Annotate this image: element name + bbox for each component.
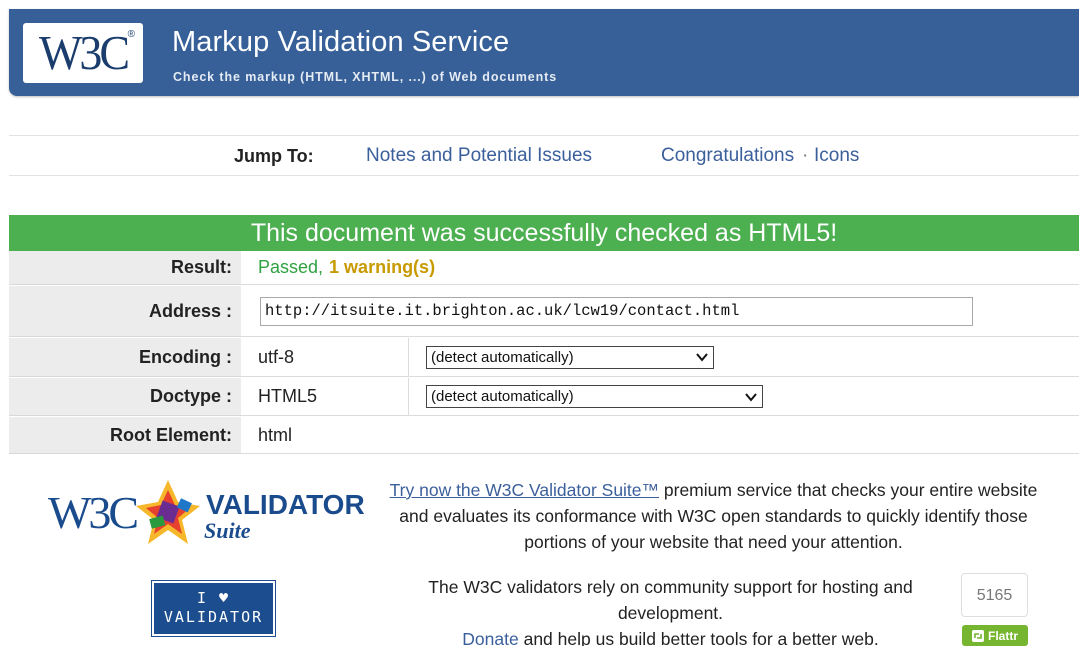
support-text: The W3C validators rely on community sup… (393, 574, 948, 646)
promo-text: Try now the W3C Validator Suite™ premium… (386, 477, 1041, 555)
jump-link-icons[interactable]: Icons (814, 145, 859, 167)
doctype-cell: HTML5 (detect automatically) (241, 378, 1079, 416)
badge-line-2: VALIDATOR (163, 608, 264, 626)
doctype-select[interactable]: (detect automatically) (426, 385, 763, 408)
flattr-count: 5165 (961, 573, 1028, 617)
w3c-logo[interactable]: W3C ® (23, 23, 143, 83)
suite-logo-validator: VALIDATOR (206, 489, 364, 520)
root-element-label: Root Element: (9, 417, 241, 454)
flattr-button[interactable]: Flattr (962, 625, 1028, 646)
jump-link-notes[interactable]: Notes and Potential Issues (366, 145, 592, 167)
jump-separator: · (802, 145, 809, 166)
badge-line-1: I ♥ (196, 589, 231, 607)
i-love-validator-badge[interactable]: I ♥ VALIDATOR (151, 580, 276, 637)
result-value: Passed, 1 warning(s) (241, 251, 1079, 285)
suite-logo-w3c: W3C (48, 487, 137, 538)
encoding-row: Encoding : utf-8 (detect automatically) (9, 338, 1079, 378)
doctype-select-value: (detect automatically) (431, 388, 574, 405)
flattr-label: Flattr (988, 628, 1018, 643)
support-description: The W3C validators rely on community sup… (428, 577, 913, 623)
validator-suite-logo[interactable]: W3C VALIDATOR Suite (48, 474, 365, 550)
address-input[interactable] (260, 296, 973, 326)
doctype-row: Doctype : HTML5 (detect automatically) (9, 378, 1079, 417)
result-row: Result: Passed, 1 warning(s) (9, 251, 1079, 286)
address-row: Address : (9, 286, 1079, 338)
chevron-down-icon (745, 392, 757, 402)
passed-text: Passed, (258, 257, 324, 277)
donate-line: Donate and help us build better tools fo… (393, 626, 948, 646)
page-title: Markup Validation Service (172, 26, 510, 58)
suite-logo-suite: Suite (204, 518, 251, 543)
address-label: Address : (9, 286, 241, 337)
encoding-select-cell: (detect automatically) (409, 338, 714, 376)
doctype-label: Doctype : (9, 378, 241, 416)
page-subtitle: Check the markup (HTML, XHTML, ...) of W… (173, 70, 558, 84)
w3c-logo-text: W3C (38, 25, 130, 80)
jump-link-congratulations[interactable]: Congratulations (661, 145, 794, 167)
encoding-select[interactable]: (detect automatically) (426, 345, 714, 369)
warning-link[interactable]: 1 warning(s) (329, 257, 435, 278)
root-element-value: html (241, 417, 1079, 454)
result-banner: This document was successfully checked a… (9, 215, 1079, 251)
flattr-icon (972, 629, 984, 642)
chevron-down-icon (696, 353, 708, 362)
registered-mark: ® (127, 29, 135, 40)
encoding-cell: utf-8 (detect automatically) (241, 338, 1079, 377)
donate-link[interactable]: Donate (462, 629, 518, 646)
encoding-value: utf-8 (241, 338, 409, 376)
validator-suite-link[interactable]: Try now the W3C Validator Suite™ (390, 480, 659, 500)
jump-navigation: Jump To: Notes and Potential Issues Cong… (9, 135, 1079, 176)
validator-suite-logo-graphic: W3C VALIDATOR Suite (48, 480, 365, 544)
header-banner: W3C ® Markup Validation Service Check th… (9, 9, 1079, 96)
result-table: Result: Passed, 1 warning(s) Address : E… (9, 251, 1079, 455)
encoding-select-value: (detect automatically) (431, 348, 574, 366)
suite-star-icon (136, 480, 200, 544)
result-label: Result: (9, 251, 241, 285)
doctype-value: HTML5 (241, 378, 409, 415)
donate-text: and help us build better tools for a bet… (518, 629, 879, 646)
encoding-label: Encoding : (9, 338, 241, 377)
doctype-select-cell: (detect automatically) (409, 378, 763, 415)
address-cell (241, 286, 1079, 337)
root-element-row: Root Element: html (9, 417, 1079, 455)
jump-to-label: Jump To: (234, 146, 314, 166)
